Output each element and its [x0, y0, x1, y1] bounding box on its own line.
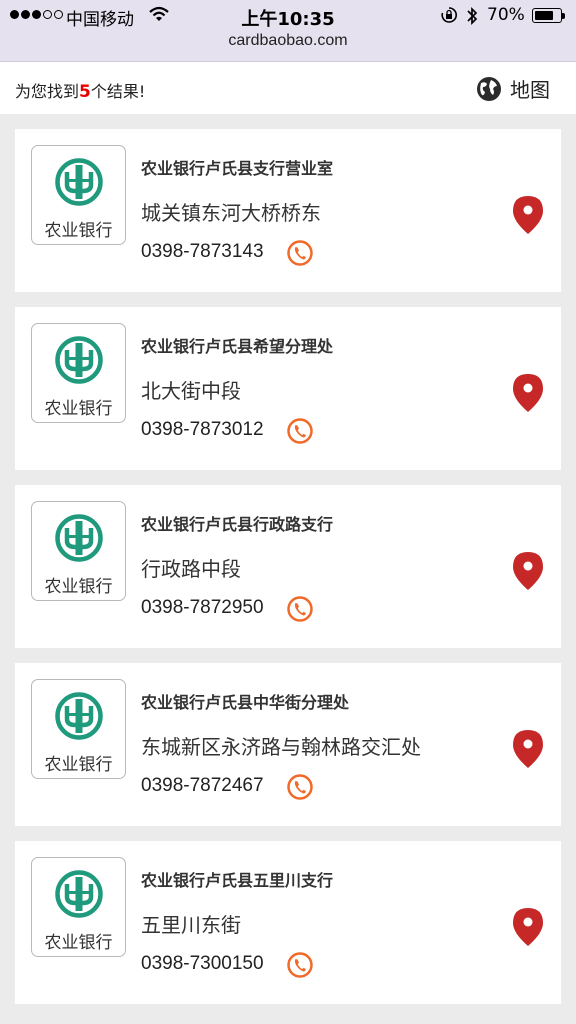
logo-text: 农业银行: [44, 577, 113, 597]
branch-card[interactable]: 农业银行 农业银行卢氏县五里川支行 五里川东街 0398-7300150: [15, 841, 561, 1004]
map-pin-icon[interactable]: [512, 195, 544, 239]
logo-text: 农业银行: [44, 399, 113, 419]
result-count-number: 5: [79, 82, 91, 102]
logo-text: 农业银行: [44, 933, 113, 953]
branch-address: 五里川东街: [141, 913, 241, 937]
abc-bank-logo: 农业银行: [31, 323, 126, 423]
url-bar[interactable]: cardbaobao.com: [0, 32, 576, 50]
bluetooth-icon: [465, 6, 479, 31]
results-header: 为您找到5个结果! 地图: [0, 62, 576, 114]
battery-icon: [532, 8, 565, 23]
branch-name[interactable]: 农业银行卢氏县中华街分理处: [141, 689, 349, 713]
map-label: 地图: [510, 78, 550, 102]
branch-name[interactable]: 农业银行卢氏县五里川支行: [141, 867, 333, 891]
branch-card[interactable]: 农业银行 农业银行卢氏县中华街分理处 东城新区永济路与翰林路交汇处 0398-7…: [15, 663, 561, 826]
branch-card[interactable]: 农业银行 农业银行卢氏县支行营业室 城关镇东河大桥桥东 0398-7873143: [15, 129, 561, 292]
phone-icon[interactable]: [287, 418, 313, 448]
abc-bank-logo: 农业银行: [31, 145, 126, 245]
branch-address: 东城新区永济路与翰林路交汇处: [141, 735, 421, 759]
logo-text: 农业银行: [44, 221, 113, 241]
globe-icon: [476, 76, 502, 106]
abc-bank-logo: 农业银行: [31, 857, 126, 957]
branch-address: 城关镇东河大桥桥东: [141, 201, 321, 225]
battery-percent: 70%: [487, 5, 525, 25]
browser-top-bar: 中国移动 上午10:35 70% cardbaobao.com: [0, 0, 576, 62]
branch-phone[interactable]: 0398-7873012: [141, 419, 264, 441]
branch-phone[interactable]: 0398-7872467: [141, 775, 264, 797]
map-pin-icon[interactable]: [512, 907, 544, 951]
branch-phone[interactable]: 0398-7872950: [141, 597, 264, 619]
branch-name[interactable]: 农业银行卢氏县行政路支行: [141, 511, 333, 535]
branch-phone[interactable]: 0398-7873143: [141, 241, 264, 263]
branch-name[interactable]: 农业银行卢氏县希望分理处: [141, 333, 333, 357]
abc-bank-logo: 农业银行: [31, 501, 126, 601]
branch-name[interactable]: 农业银行卢氏县支行营业室: [141, 155, 333, 179]
phone-icon[interactable]: [287, 240, 313, 270]
branch-card[interactable]: 农业银行 农业银行卢氏县希望分理处 北大街中段 0398-7873012: [15, 307, 561, 470]
phone-icon[interactable]: [287, 774, 313, 804]
map-pin-icon[interactable]: [512, 551, 544, 595]
abc-bank-logo: 农业银行: [31, 679, 126, 779]
phone-icon[interactable]: [287, 952, 313, 982]
result-count: 为您找到5个结果!: [15, 82, 146, 102]
rotation-lock-icon: [440, 6, 458, 29]
logo-text: 农业银行: [44, 755, 113, 775]
map-pin-icon[interactable]: [512, 373, 544, 417]
branch-card[interactable]: 农业银行 农业银行卢氏县行政路支行 行政路中段 0398-7872950: [15, 485, 561, 648]
branch-phone[interactable]: 0398-7300150: [141, 953, 264, 975]
branch-address: 行政路中段: [141, 557, 241, 581]
branch-address: 北大街中段: [141, 379, 241, 403]
map-pin-icon[interactable]: [512, 729, 544, 773]
phone-icon[interactable]: [287, 596, 313, 626]
status-bar: 中国移动 上午10:35 70%: [0, 0, 576, 32]
